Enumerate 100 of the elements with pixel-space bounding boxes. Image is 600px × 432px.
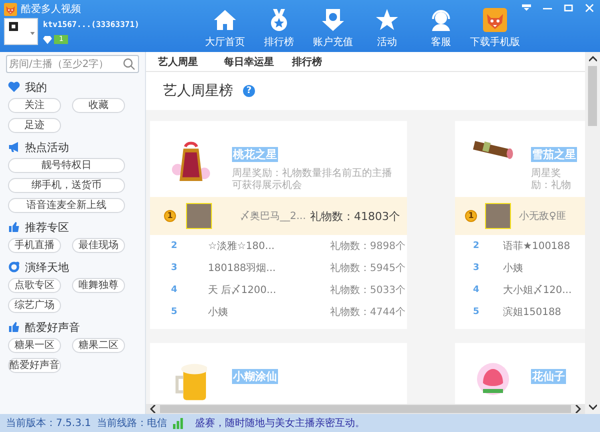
sidebar-item[interactable]: 语音连麦全新上线 — [8, 198, 125, 213]
search-icon — [123, 58, 135, 70]
gift-count: 礼物数：9898个 — [330, 240, 406, 253]
sidebar-item[interactable]: 酷爱好声音 — [8, 358, 61, 373]
card-title: 小糊涂仙 — [232, 369, 278, 384]
nav-button[interactable]: 活动 — [360, 0, 414, 52]
dropdown-icon[interactable] — [522, 4, 531, 12]
reward-description: 周星奖励：礼物数量排名前五的主播可获得展示机会 — [232, 168, 393, 192]
performer-name: 大小姐〆120... — [503, 284, 572, 297]
card-title: 花仙子 — [531, 369, 566, 384]
sidebar-item[interactable]: 点歌专区 — [8, 278, 61, 293]
rank-number: 5 — [171, 307, 178, 317]
gift-count: 礼物数：5033个 — [330, 284, 406, 297]
rank-number: 4 — [473, 285, 480, 295]
tab[interactable]: 排行榜 — [292, 52, 352, 71]
nav-button[interactable]: 客服 — [414, 0, 468, 52]
sidebar-item[interactable]: 关注 — [8, 98, 61, 113]
rank-number: 3 — [473, 263, 480, 273]
flower-drawing — [477, 363, 509, 395]
medal-badge: 1 — [164, 210, 176, 222]
gift-count: 礼物数：5945个 — [330, 262, 406, 275]
version-label: 当前版本：7.5.3.1 — [6, 416, 91, 430]
performer-name: 〆奥巴马__2... — [240, 210, 307, 223]
star-icon — [375, 8, 399, 32]
sidebar-item[interactable]: 糖果一区 — [8, 338, 61, 353]
diamond-icon — [43, 36, 52, 44]
card-title: 雪茄之星 — [531, 147, 577, 162]
performer-name: 小无敌♀匪 — [519, 210, 566, 223]
nav-button[interactable]: 下载手机版 — [468, 0, 522, 52]
maximize-icon[interactable] — [564, 4, 573, 12]
close-icon[interactable] — [585, 4, 594, 12]
thumbs-up-icon — [8, 221, 20, 233]
photo-placeholder — [485, 203, 511, 229]
sidebar-item[interactable]: 最佳现场 — [72, 238, 125, 253]
rank-number: 2 — [171, 241, 178, 251]
help-button[interactable]: ? — [243, 85, 255, 97]
chevron-up-icon — [588, 56, 596, 62]
pouch-drawing — [171, 141, 211, 181]
swirl-icon — [8, 261, 20, 273]
performer-name: 180188羽烟... — [208, 262, 277, 275]
caret-icon — [30, 32, 35, 35]
headset-icon — [429, 8, 453, 32]
medal-badge: 1 — [465, 210, 477, 222]
performer-name: 小姨 — [208, 306, 229, 319]
performer-name: 滨姐150188 — [503, 306, 562, 319]
gift-count: 礼物数：41803个 — [310, 208, 400, 224]
vertical-scrollbar[interactable] — [585, 52, 600, 414]
coin-arrow-icon — [321, 8, 345, 32]
section-heading: 推荐专区 — [25, 220, 69, 234]
performer-name: 天 后〆1200... — [208, 284, 278, 297]
sidebar-item[interactable]: 糖果二区 — [72, 338, 125, 353]
section-heading: 我的 — [25, 80, 47, 94]
fox-app-icon — [4, 2, 17, 16]
fox-app-icon — [483, 8, 507, 32]
scroll-thumb[interactable] — [160, 405, 571, 413]
home-icon — [213, 8, 237, 32]
section-heading: 演绎天地 — [25, 260, 69, 274]
thumbs-up-icon — [8, 321, 20, 333]
heart-icon — [8, 81, 20, 93]
signal-icon — [173, 418, 183, 428]
horizontal-scrollbar[interactable] — [146, 404, 585, 414]
nav-button[interactable]: 大厅首页 — [198, 0, 252, 52]
sidebar-item[interactable]: 足迹 — [8, 118, 61, 133]
reward-description: 周星奖励：礼物 — [531, 168, 572, 192]
performer-name: 语菲★100188 — [503, 240, 570, 253]
rank-number: 2 — [473, 241, 480, 251]
tab[interactable]: 艺人周星 — [158, 52, 218, 71]
image-icon — [9, 22, 18, 31]
sidebar-item[interactable]: 综艺广场 — [8, 298, 61, 313]
username: ktv1567...(33363371) — [43, 20, 140, 29]
megaphone-icon — [8, 141, 20, 153]
beer-mug-drawing — [175, 363, 207, 401]
cigar-drawing — [473, 141, 513, 159]
performer-name: ☆淡雅☆180... — [208, 240, 276, 253]
chevron-right-icon — [575, 405, 581, 413]
marquee-text: 盛赛，随时随地与美女主播亲密互动。 — [195, 416, 365, 430]
sidebar-item[interactable]: 靓号特权日 — [8, 158, 125, 173]
chevron-left-icon — [150, 405, 156, 413]
chevron-down-icon — [588, 404, 596, 410]
rank-number: 3 — [171, 263, 178, 273]
window-title: 酷爱多人视频 — [21, 2, 81, 16]
nav-button[interactable]: 排行榜 — [252, 0, 306, 52]
page-title: 艺人周星榜 — [163, 82, 233, 100]
section-heading: 酷爱好声音 — [25, 320, 80, 334]
performer-name: 小姨 — [503, 262, 523, 275]
nav-button[interactable]: 账户充值 — [306, 0, 360, 52]
avatar-frame[interactable] — [4, 18, 38, 45]
rank-number: 4 — [171, 285, 178, 295]
sidebar-item[interactable]: 绑手机，送货币 — [8, 178, 125, 193]
sidebar-item[interactable]: 手机直播 — [8, 238, 61, 253]
photo-placeholder — [186, 203, 212, 229]
sidebar-item[interactable]: 唯舞独尊 — [72, 278, 125, 293]
tab[interactable]: 每日幸运星 — [224, 52, 286, 71]
gift-count: 礼物数：4744个 — [330, 306, 406, 319]
sidebar-item[interactable]: 收藏 — [72, 98, 125, 113]
rank-number: 5 — [473, 307, 480, 317]
section-heading: 热点活动 — [25, 140, 69, 154]
scroll-thumb[interactable] — [588, 66, 597, 126]
line-label: 当前线路：电信 — [97, 416, 167, 430]
card-title: 桃花之星 — [232, 147, 278, 162]
